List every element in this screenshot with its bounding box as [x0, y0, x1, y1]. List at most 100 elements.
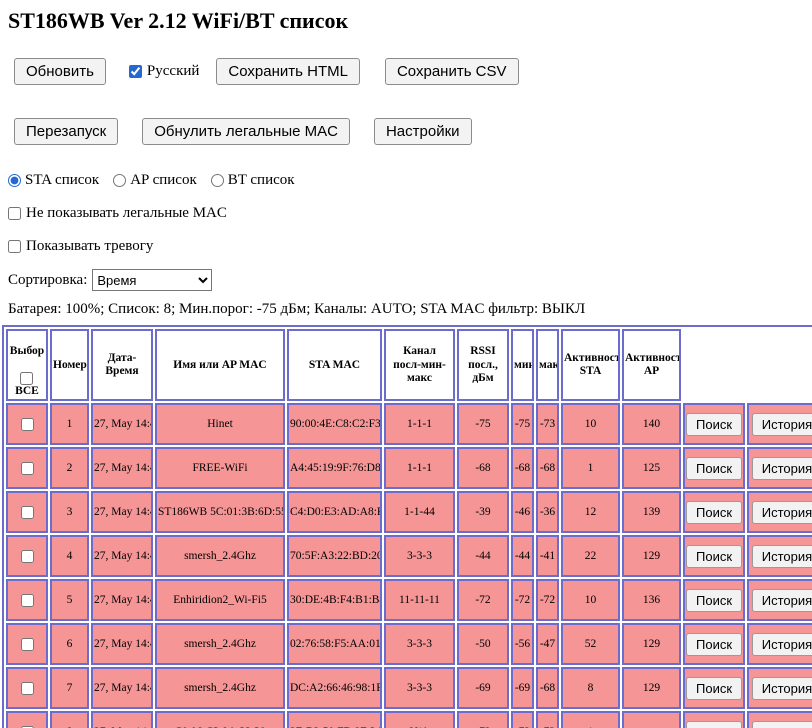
- row-sta-activity-cell: 12: [561, 491, 620, 533]
- header-ap-activity: Активность AP: [622, 329, 681, 401]
- table-row: 527, May 14:40Enhiridion2_Wi-Fi530:DE:4B…: [6, 579, 812, 621]
- row-number-cell: 1: [50, 403, 89, 445]
- header-datetime: Дата-Время: [91, 329, 153, 401]
- row-max-cell: -36: [536, 491, 559, 533]
- row-name-cell: smersh_2.4Ghz: [155, 535, 285, 577]
- row-select-checkbox[interactable]: [21, 638, 34, 651]
- show-alarm-row[interactable]: Показывать тревогу: [8, 238, 812, 255]
- row-datetime-cell: 27, May 14:40: [91, 579, 153, 621]
- history-button[interactable]: История: [752, 633, 812, 656]
- row-search-cell: Поиск: [683, 667, 745, 709]
- row-select-checkbox[interactable]: [21, 462, 34, 475]
- sta-list-radio[interactable]: [8, 174, 21, 187]
- row-history-cell: История: [747, 447, 812, 489]
- search-button[interactable]: Поиск: [686, 589, 742, 612]
- row-channel-cell: 3-3-3: [384, 623, 455, 665]
- search-button[interactable]: Поиск: [686, 721, 742, 728]
- row-datetime-cell: 27, May 14:40: [91, 535, 153, 577]
- reset-legal-mac-button[interactable]: Обнулить легальные MAC: [142, 118, 350, 145]
- hide-legal-mac-label: Не показывать легальные MAC: [26, 205, 227, 222]
- table-row: 227, May 14:40FREE-WiFiA4:45:19:9F:76:D8…: [6, 447, 812, 489]
- row-history-cell: История: [747, 667, 812, 709]
- row-ap-activity-cell: 139: [622, 491, 681, 533]
- hide-legal-mac-row[interactable]: Не показывать легальные MAC: [8, 205, 812, 222]
- row-min-cell: -72: [511, 711, 534, 728]
- sta-list-label: STA список: [25, 172, 99, 189]
- row-name-cell: smersh_2.4Ghz: [155, 667, 285, 709]
- row-sta-activity-cell: 10: [561, 403, 620, 445]
- search-button[interactable]: Поиск: [686, 677, 742, 700]
- refresh-button[interactable]: Обновить: [14, 58, 106, 85]
- row-select-checkbox[interactable]: [21, 682, 34, 695]
- row-channel-cell: 1-1-1: [384, 447, 455, 489]
- row-channel-cell: 11-11-11: [384, 579, 455, 621]
- row-sta-activity-cell: 52: [561, 623, 620, 665]
- view-mode-bt[interactable]: BT список: [211, 172, 295, 189]
- row-number-cell: 5: [50, 579, 89, 621]
- row-rssi-cell: -75: [457, 403, 509, 445]
- history-button[interactable]: История: [752, 457, 812, 480]
- settings-button[interactable]: Настройки: [374, 118, 472, 145]
- language-toggle[interactable]: Русский: [129, 63, 200, 80]
- bt-list-radio[interactable]: [211, 174, 224, 187]
- row-channel-cell: 1-1-1: [384, 403, 455, 445]
- select-all-checkbox[interactable]: [20, 372, 33, 385]
- row-ap-activity-cell: 140: [622, 403, 681, 445]
- view-mode-sta[interactable]: STA список: [8, 172, 99, 189]
- restart-button[interactable]: Перезапуск: [14, 118, 118, 145]
- view-mode-ap[interactable]: AP список: [113, 172, 197, 189]
- row-history-cell: История: [747, 403, 812, 445]
- row-select-checkbox[interactable]: [21, 506, 34, 519]
- row-sta-activity-cell: 1: [561, 447, 620, 489]
- row-datetime-cell: 27, May 14:40: [91, 491, 153, 533]
- row-rssi-cell: -69: [457, 667, 509, 709]
- save-html-button[interactable]: Сохранить HTML: [216, 58, 360, 85]
- row-name-cell: smersh_2.4Ghz: [155, 623, 285, 665]
- ap-list-radio[interactable]: [113, 174, 126, 187]
- select-all-label: ВСЕ: [15, 385, 39, 397]
- row-sta-activity-cell: 10: [561, 579, 620, 621]
- history-button[interactable]: История: [752, 677, 812, 700]
- row-select-checkbox[interactable]: [21, 594, 34, 607]
- row-select-cell: [6, 447, 48, 489]
- search-button[interactable]: Поиск: [686, 545, 742, 568]
- save-csv-button[interactable]: Сохранить CSV: [385, 58, 519, 85]
- table-body: 127, May 14:40Hinet90:00:4E:C8:C2:F31-1-…: [6, 403, 812, 728]
- row-channel-cell: 3-3-3: [384, 667, 455, 709]
- history-button[interactable]: История: [752, 413, 812, 436]
- language-checkbox[interactable]: [129, 65, 142, 78]
- row-sta-mac-cell: 02:76:58:F5:AA:01: [287, 623, 382, 665]
- sort-select[interactable]: Время: [92, 269, 212, 291]
- row-min-cell: -68: [511, 447, 534, 489]
- select-header-label: Выбор: [10, 345, 44, 357]
- toolbar-secondary: Перезапуск Обнулить легальные MAC Настро…: [14, 118, 812, 145]
- row-sta-activity-cell: 8: [561, 667, 620, 709]
- row-select-checkbox[interactable]: [21, 550, 34, 563]
- row-select-cell: [6, 667, 48, 709]
- row-min-cell: -46: [511, 491, 534, 533]
- history-button[interactable]: История: [752, 721, 812, 728]
- search-button[interactable]: Поиск: [686, 413, 742, 436]
- sort-row: Сортировка: Время: [8, 269, 812, 291]
- row-ap-activity-cell: 129: [622, 535, 681, 577]
- history-button[interactable]: История: [752, 501, 812, 524]
- row-select-checkbox[interactable]: [21, 418, 34, 431]
- history-button[interactable]: История: [752, 589, 812, 612]
- header-name-or-ap-mac: Имя или AP MAC: [155, 329, 285, 401]
- search-button[interactable]: Поиск: [686, 457, 742, 480]
- row-datetime-cell: 27, May 14:40: [91, 623, 153, 665]
- row-ap-activity-cell: ---: [622, 711, 681, 728]
- row-search-cell: Поиск: [683, 491, 745, 533]
- search-button[interactable]: Поиск: [686, 501, 742, 524]
- row-select-cell: [6, 491, 48, 533]
- row-max-cell: -72: [536, 711, 559, 728]
- row-max-cell: -72: [536, 579, 559, 621]
- row-sta-mac-cell: 70:5F:A3:22:BD:20: [287, 535, 382, 577]
- header-empty-cell: [683, 329, 812, 401]
- row-sta-activity-cell: 22: [561, 535, 620, 577]
- show-alarm-checkbox[interactable]: [8, 240, 21, 253]
- row-rssi-cell: -39: [457, 491, 509, 533]
- hide-legal-mac-checkbox[interactable]: [8, 207, 21, 220]
- search-button[interactable]: Поиск: [686, 633, 742, 656]
- history-button[interactable]: История: [752, 545, 812, 568]
